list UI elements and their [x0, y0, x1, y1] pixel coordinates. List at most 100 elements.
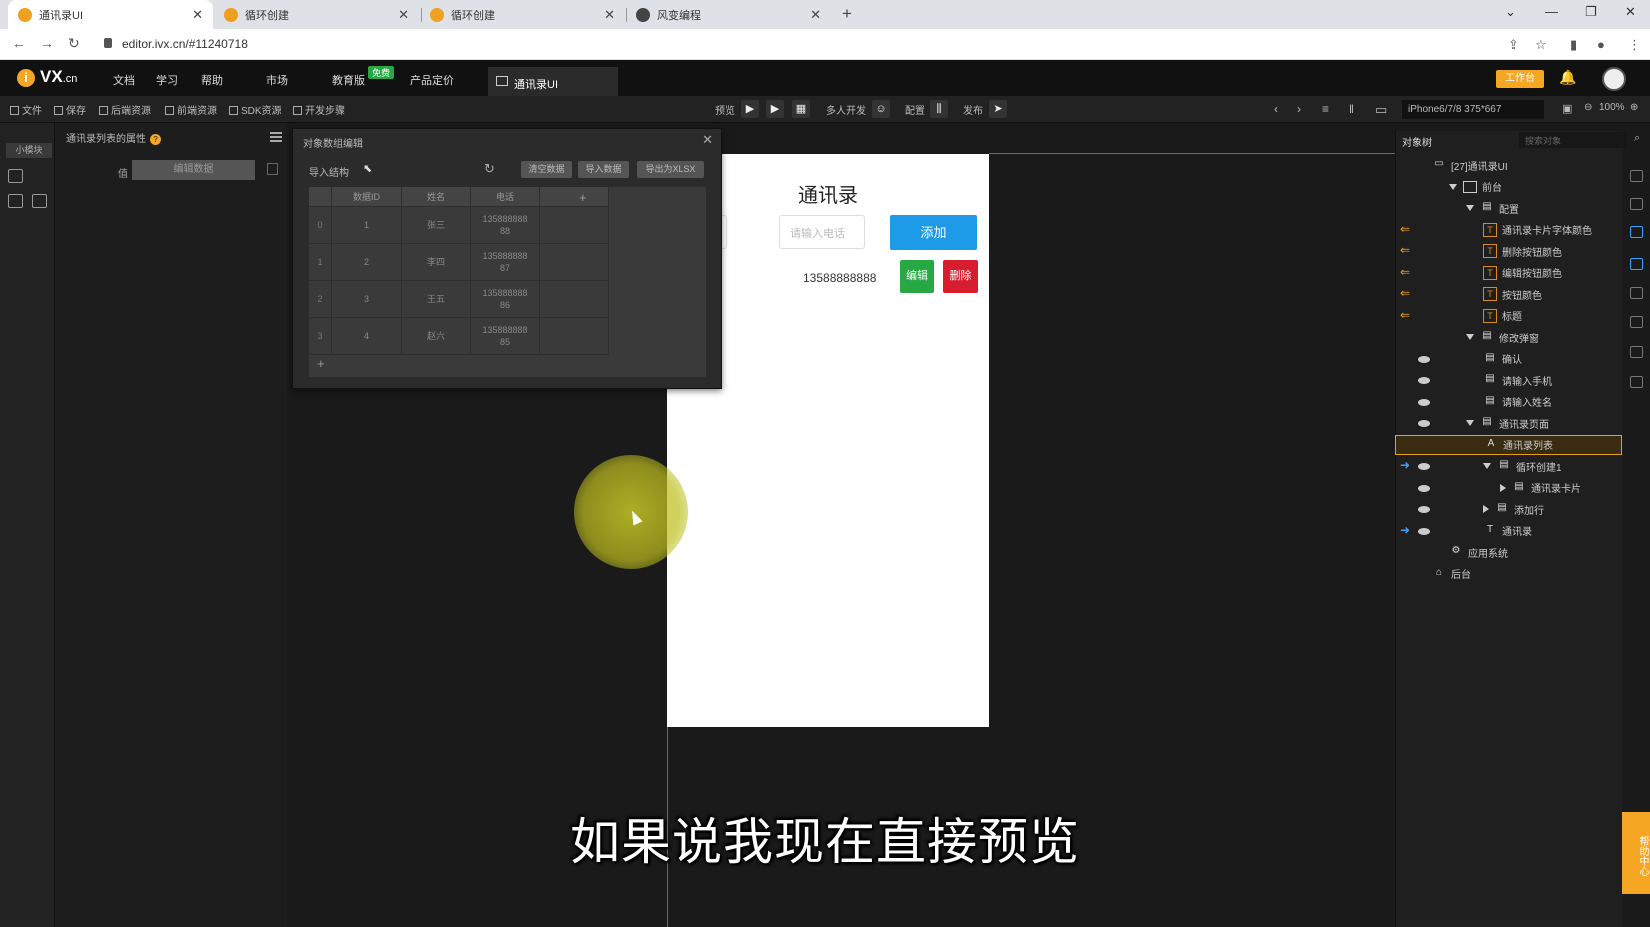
visibility-eye-icon[interactable] — [1418, 484, 1430, 492]
backend-resources-button[interactable]: 后端资源 — [99, 102, 151, 117]
add-row-icon[interactable]: + — [317, 356, 325, 371]
column-header[interactable]: 电话 — [471, 187, 540, 207]
nav-docs[interactable]: 文档 — [113, 72, 135, 88]
minimize-icon[interactable]: — — [1545, 4, 1558, 19]
search-icon[interactable]: ⌕ — [1634, 132, 1640, 145]
help-icon[interactable]: ? — [150, 134, 161, 145]
tree-node[interactable]: T 按钮颜色 — [1483, 284, 1542, 304]
zoom-out-icon[interactable]: ⊖ — [1584, 102, 1592, 113]
play-step-icon[interactable]: ▶ — [766, 100, 784, 118]
visibility-eye-icon[interactable] — [1418, 355, 1430, 363]
tree-node[interactable]: ▤ 请输入手机 — [1483, 370, 1552, 390]
table-cell[interactable]: 13588888887 — [471, 244, 540, 281]
profile-icon[interactable]: ● — [1597, 37, 1605, 52]
expand-arrow-icon[interactable] — [1483, 505, 1489, 513]
table-cell[interactable]: 张三 — [402, 207, 471, 244]
dev-steps-button[interactable]: 开发步骤 — [293, 102, 345, 117]
visibility-eye-icon[interactable] — [1418, 377, 1430, 384]
copy-icon[interactable] — [267, 163, 278, 175]
tree-node[interactable]: 前台 — [1449, 177, 1502, 197]
panel-icon[interactable] — [1630, 287, 1643, 299]
prev-icon[interactable]: ‹ — [1274, 102, 1278, 116]
url-field[interactable]: editor.ivx.cn/#11240718 — [122, 37, 248, 51]
tree-node[interactable]: ▤ 请输入姓名 — [1483, 392, 1552, 412]
panel-icon[interactable] — [1630, 346, 1643, 358]
play-icon[interactable]: ▶ — [741, 100, 759, 118]
qrcode-icon[interactable]: ▦ — [792, 100, 810, 118]
add-button[interactable]: 添加 — [890, 215, 977, 250]
close-icon[interactable]: ✕ — [702, 132, 713, 148]
nav-education[interactable]: 教育版 — [332, 72, 365, 88]
panel-icon[interactable] — [1630, 198, 1643, 210]
column-header[interactable]: 数据ID — [332, 187, 402, 207]
tree-node[interactable]: ▤ 添加行 — [1483, 499, 1544, 519]
nav-market[interactable]: 市场 — [266, 72, 288, 88]
edit-button[interactable]: 编辑 — [900, 260, 934, 293]
table-cell[interactable]: 13588888885 — [471, 318, 540, 355]
tree-node[interactable]: ▭ [27]通讯录UI — [1432, 155, 1507, 175]
bell-icon[interactable]: 🔔 — [1559, 69, 1576, 86]
table-cell[interactable]: 赵六 — [402, 318, 471, 355]
tree-node[interactable]: T 通讯录卡片字体颜色 — [1483, 220, 1592, 240]
collapse-arrow-icon[interactable] — [1483, 463, 1491, 469]
visibility-eye-icon[interactable] — [1418, 398, 1430, 406]
project-tab[interactable]: 通讯录UI — [488, 67, 618, 96]
file-menu[interactable]: 文件 — [10, 102, 42, 117]
nav-pricing[interactable]: 产品定价 — [410, 72, 454, 88]
browser-tab[interactable]: 循环创建 ✕ — [214, 0, 419, 29]
table-cell[interactable]: 13588888886 — [471, 281, 540, 318]
window-close-icon[interactable]: ✕ — [1625, 4, 1636, 20]
new-tab-icon[interactable]: + — [842, 4, 852, 24]
expand-arrow-icon[interactable] — [1500, 483, 1506, 492]
table-cell[interactable] — [540, 281, 609, 318]
save-button[interactable]: 保存 — [54, 102, 86, 117]
avatar[interactable] — [1602, 67, 1626, 91]
export-xlsx-button[interactable]: 导出为XLSX — [637, 161, 704, 178]
table-cell[interactable]: 李四 — [402, 244, 471, 281]
tree-node[interactable]: T 通讯录 — [1483, 521, 1532, 541]
align-left-icon[interactable]: ≡ — [1322, 102, 1329, 116]
edit-data-button[interactable]: 编辑数据 — [132, 160, 255, 180]
browser-tab[interactable]: 循环创建 ✕ — [420, 0, 625, 29]
menu-icon[interactable] — [270, 132, 282, 142]
bookmark-star-icon[interactable]: ☆ — [1535, 37, 1547, 53]
tree-node[interactable]: ⚙ 应用系统 — [1449, 542, 1508, 562]
panel-icon[interactable] — [1630, 316, 1643, 328]
align-center-icon[interactable]: ‖ — [1349, 102, 1354, 116]
visibility-eye-icon[interactable] — [1418, 420, 1430, 427]
share-icon[interactable]: ⇪ — [1508, 37, 1519, 53]
frontend-resources-button[interactable]: 前端资源 — [165, 102, 217, 117]
add-column-icon[interactable]: + — [579, 190, 587, 205]
tree-node[interactable]: A 通讯录列表 — [1395, 434, 1622, 455]
table-cell[interactable]: 13588888888 — [471, 207, 540, 244]
visibility-eye-icon[interactable] — [1418, 463, 1430, 470]
back-icon[interactable]: ← — [12, 35, 26, 51]
close-icon[interactable]: ✕ — [810, 7, 821, 23]
sidebar-icon[interactable]: ▮ — [1570, 37, 1577, 53]
send-icon[interactable]: ➤ — [989, 100, 1007, 118]
refresh-icon[interactable]: ↻ — [484, 161, 495, 177]
panel-icon[interactable] — [1630, 226, 1643, 238]
close-icon[interactable]: ✕ — [604, 7, 615, 23]
users-icon[interactable]: ☺ — [872, 100, 890, 118]
sliders-icon[interactable]: ⫼ — [930, 100, 948, 118]
logo[interactable]: VX.cn — [40, 67, 77, 87]
function-icon[interactable] — [1630, 258, 1643, 270]
collapse-arrow-icon[interactable] — [1466, 420, 1474, 426]
table-cell[interactable]: 王五 — [402, 281, 471, 318]
panel-icon[interactable] — [1630, 170, 1643, 182]
browser-tab[interactable]: 风变编程 ✕ — [626, 0, 831, 29]
tree-node[interactable]: T 删除按钮颜色 — [1483, 241, 1562, 261]
tree-node[interactable]: T 标题 — [1483, 306, 1522, 326]
browser-tab[interactable]: 通讯录UI ✕ — [8, 0, 213, 29]
next-icon[interactable]: › — [1297, 102, 1301, 116]
table-cell[interactable] — [540, 207, 609, 244]
pointer-icon[interactable]: ⬉ — [363, 162, 372, 175]
tree-node[interactable]: ▤ 通讯录页面 — [1466, 413, 1549, 433]
device-select[interactable]: iPhone6/7/8 375*667 — [1402, 100, 1544, 119]
visibility-eye-icon[interactable] — [1418, 527, 1430, 535]
table-cell[interactable] — [540, 318, 609, 355]
restore-icon[interactable]: ❐ — [1585, 4, 1597, 20]
visibility-eye-icon[interactable] — [1418, 506, 1430, 513]
table-cell[interactable]: 4 — [332, 318, 402, 355]
